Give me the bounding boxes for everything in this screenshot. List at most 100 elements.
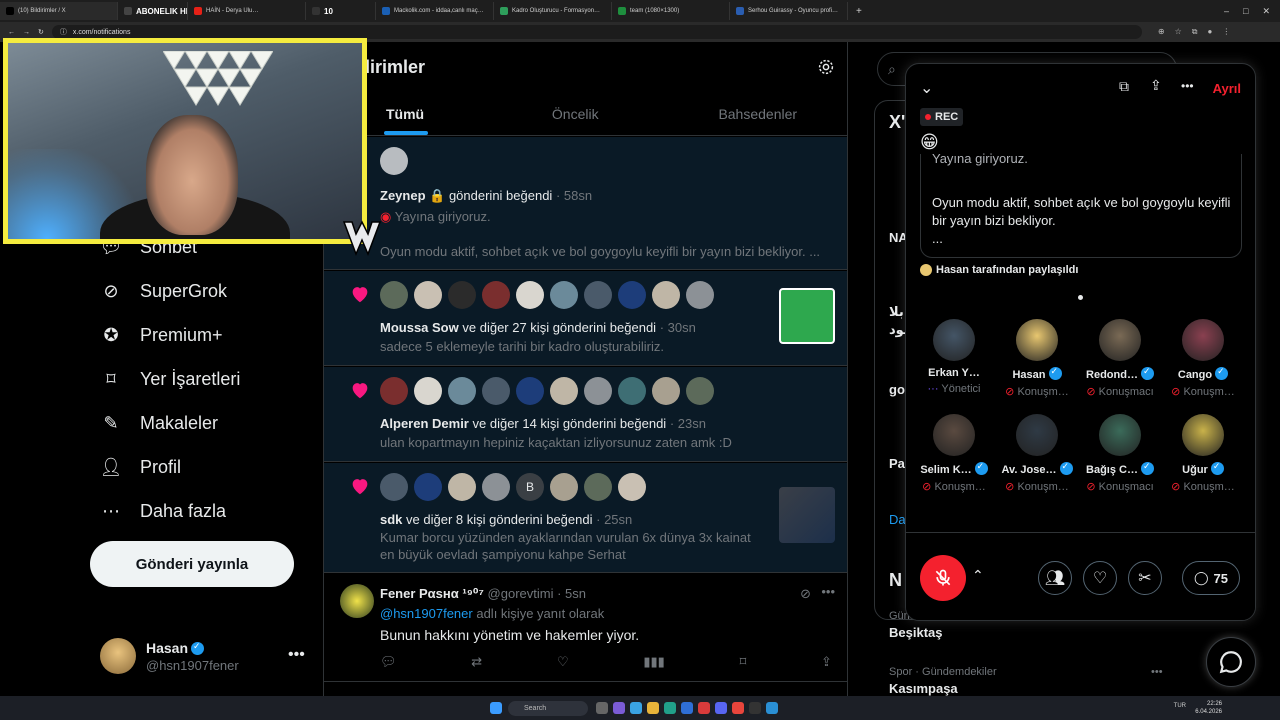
nav-item-premium[interactable]: ✪ Premium+ — [100, 324, 222, 346]
browser-tab[interactable]: Mackolik.com - iddaa,canlı maç… — [376, 2, 494, 20]
shared-post-card[interactable]: Yayına giriyoruz. Oyun modu aktif, sohbe… — [920, 151, 1242, 258]
sidebar-snip[interactable]: Da — [889, 512, 906, 527]
minimize-icon[interactable]: – — [1224, 6, 1229, 17]
copilot-icon[interactable] — [630, 702, 642, 714]
nav-item-grok[interactable]: ⊘ SuperGrok — [100, 280, 227, 302]
notification-item[interactable]: B sdk ve diğer 8 kişi gönderini beğendi … — [324, 463, 847, 573]
avatar[interactable] — [482, 473, 510, 501]
url-field[interactable]: ⓘ x.com/notifications — [51, 25, 1142, 39]
menu-icon[interactable]: ⋮ — [1222, 27, 1230, 37]
app-icon[interactable] — [766, 702, 778, 714]
browser-tab[interactable]: team (1080×1300) — [612, 2, 730, 20]
maximize-icon[interactable]: □ — [1243, 6, 1248, 17]
avatar[interactable] — [380, 281, 408, 309]
avatar[interactable] — [652, 377, 680, 405]
chevron-up-icon[interactable]: ⌃ — [972, 567, 984, 584]
notification-item[interactable]: Zeynep 🔒 gönderini beğendi · 58sn ◉ Yayı… — [324, 137, 847, 270]
avatar[interactable] — [380, 473, 408, 501]
avatar[interactable] — [584, 473, 612, 501]
actor-name[interactable]: sdk — [380, 512, 402, 527]
avatar[interactable] — [516, 281, 544, 309]
collapse-icon[interactable]: ⌄ — [920, 78, 933, 98]
windows-start-icon[interactable] — [490, 702, 502, 714]
tab-priority[interactable]: Öncelik — [484, 92, 667, 135]
speaker[interactable]: Uğur ⊘ Konuşm… — [1163, 414, 1243, 493]
pip-icon[interactable]: ⧉ — [1119, 78, 1129, 95]
avatar[interactable]: B — [516, 473, 544, 501]
nav-item-bookmark[interactable]: ⌑ Yer İşaretleri — [100, 368, 240, 390]
widgets-icon[interactable] — [613, 702, 625, 714]
replies-button[interactable]: ◯ 75 — [1182, 561, 1240, 595]
notification-item[interactable]: Moussa Sow ve diğer 27 kişi gönderini be… — [324, 271, 847, 366]
avatar[interactable] — [584, 281, 612, 309]
clock[interactable]: 22:26 6.04.2026 — [1195, 700, 1222, 716]
reload-icon[interactable]: ↻ — [38, 28, 44, 36]
views-icon[interactable]: ▮▮▮ — [643, 654, 664, 670]
speaker[interactable]: Hasan ⊘ Konuşm… — [997, 319, 1077, 398]
language-indicator[interactable]: TUR — [1174, 703, 1186, 709]
author-name[interactable]: Fener Ραsнα ¹⁹⁰⁷ — [380, 586, 484, 601]
avatar[interactable] — [652, 281, 680, 309]
post-button[interactable]: Gönderi yayınla — [90, 541, 294, 587]
trend-item[interactable]: Spor · Gündemdekiler Kasımpaşa — [889, 666, 997, 696]
nav-item-profile[interactable]: 👤︎ Profil — [100, 456, 181, 478]
avatar[interactable] — [550, 281, 578, 309]
avatar[interactable] — [340, 584, 374, 618]
avatar[interactable] — [448, 473, 476, 501]
browser-tab[interactable]: (10) Bildirimler / X — [0, 2, 118, 20]
browser-tab[interactable]: ABONELIK HEDEFI — [118, 2, 188, 20]
more-options-icon[interactable]: ••• — [1181, 79, 1194, 93]
reply-icon[interactable]: 💬︎ — [380, 654, 397, 670]
gear-icon[interactable] — [817, 58, 835, 76]
browser-tab[interactable]: Kadro Oluşturucu - Formasyon… — [494, 2, 612, 20]
speaker[interactable]: Redond… ⊘ Konuşmacı — [1080, 319, 1160, 398]
chrome-icon[interactable] — [732, 702, 744, 714]
obs-icon[interactable] — [749, 702, 761, 714]
notification-item[interactable]: Alperen Demir ve diğer 14 kişi gönderini… — [324, 367, 847, 462]
avatar[interactable] — [550, 377, 578, 405]
actor-name[interactable]: Alperen Demir — [380, 416, 469, 431]
store-icon[interactable] — [681, 702, 693, 714]
avatar[interactable] — [448, 281, 476, 309]
messages-fab[interactable] — [1206, 637, 1256, 687]
participants-button[interactable]: 👥︎ — [1038, 561, 1072, 595]
avatar[interactable] — [516, 377, 544, 405]
video-thumbnail[interactable] — [779, 487, 835, 543]
browser-tab[interactable]: Serhou Guirassy - Oyuncu profi… — [730, 2, 848, 20]
star-icon[interactable]: ☆ — [1175, 27, 1182, 37]
share-icon[interactable]: ⇪ — [1150, 77, 1162, 94]
speaker[interactable]: Erkan Y… ··· Yönetici — [914, 319, 994, 395]
avatar[interactable] — [482, 377, 510, 405]
bookmark-icon[interactable]: ⌑ — [740, 654, 747, 670]
nav-item-article[interactable]: ✎ Makaleler — [100, 412, 218, 434]
react-button[interactable]: ♡ — [1083, 561, 1117, 595]
clip-button[interactable]: ✂ — [1128, 561, 1162, 595]
avatar[interactable] — [550, 473, 578, 501]
pitch-thumbnail[interactable] — [779, 288, 835, 344]
edge-icon[interactable] — [664, 702, 676, 714]
tab-mentions[interactable]: Bahsedenler — [667, 92, 848, 135]
new-tab-icon[interactable]: + — [848, 6, 870, 17]
extensions-icon[interactable]: ⧉ — [1192, 27, 1198, 37]
share-icon[interactable]: ⇪ — [821, 654, 832, 670]
actor-name[interactable]: Moussa Sow — [380, 320, 459, 335]
mic-muted-button[interactable] — [920, 555, 966, 601]
speaker[interactable]: Cango ⊘ Konuşm… — [1163, 319, 1243, 398]
avatar[interactable] — [414, 473, 442, 501]
reply-post[interactable]: Fener Ραsнα ¹⁹⁰⁷ @gorevtimi · 5sn ⊘ ••• … — [324, 574, 847, 682]
avatar[interactable] — [414, 281, 442, 309]
avatar[interactable] — [414, 377, 442, 405]
zoom-icon[interactable]: ⊕ — [1158, 27, 1165, 37]
speaker[interactable]: Selim K… ⊘ Konuşm… — [914, 414, 994, 493]
author-handle[interactable]: @gorevtimi — [488, 586, 554, 601]
grok-icon[interactable]: ⊘ — [800, 586, 811, 602]
actor-name[interactable]: Zeynep — [380, 188, 426, 203]
discord-icon[interactable] — [715, 702, 727, 714]
avatar[interactable] — [482, 281, 510, 309]
avatar[interactable] — [448, 377, 476, 405]
account-switcher[interactable]: Hasan @hsn1907fener ••• — [100, 638, 305, 674]
like-icon[interactable]: ♡ — [557, 654, 569, 670]
avatar[interactable] — [380, 377, 408, 405]
avatar[interactable] — [618, 377, 646, 405]
forward-icon[interactable]: → — [23, 29, 30, 36]
